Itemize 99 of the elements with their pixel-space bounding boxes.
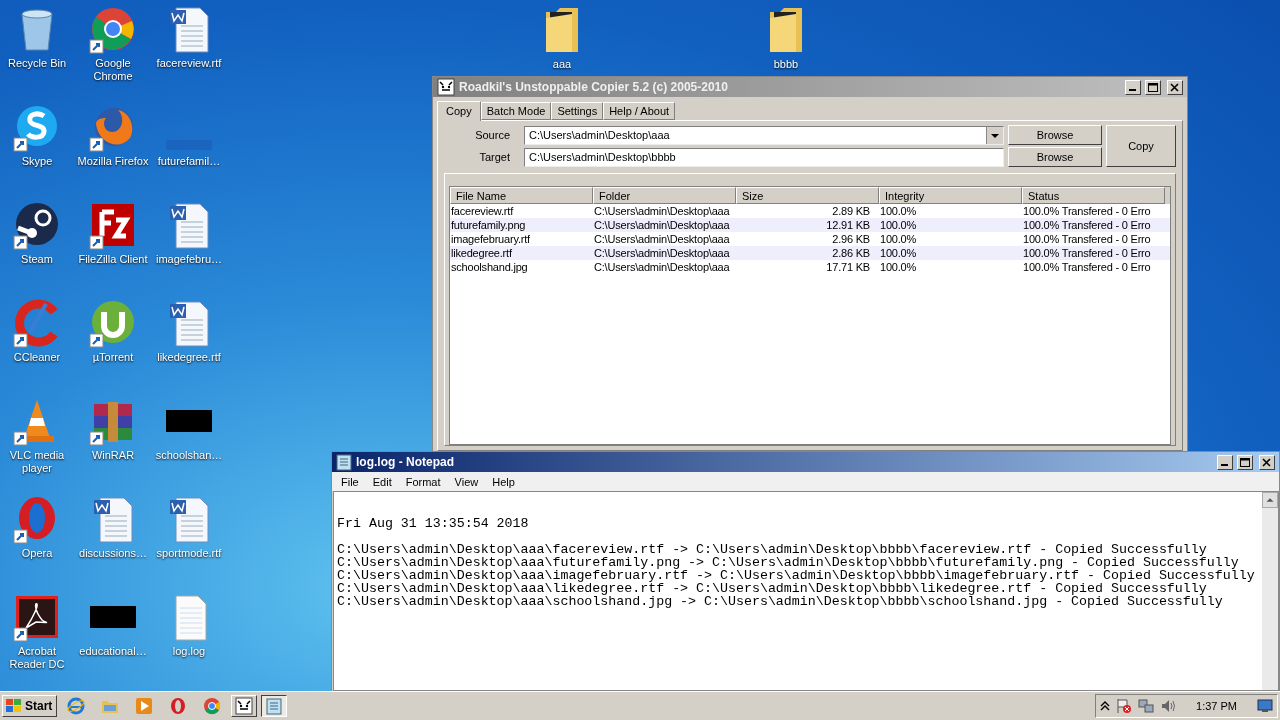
- menu-item[interactable]: Format: [398, 475, 448, 488]
- table-cell-text: 100.0% Transfered - 0 Erro: [1022, 233, 1152, 245]
- copy-button[interactable]: Copy: [1106, 125, 1176, 167]
- table-cell-text: futurefamily.png: [450, 219, 527, 231]
- icon-label[interactable]: imagefebru…: [155, 253, 222, 266]
- table-cell-text: 100.0% Transfered - 0 Erro: [1022, 205, 1152, 217]
- source-field[interactable]: C:\Users\admin\Desktop\aaa: [524, 125, 1004, 145]
- icon-label[interactable]: futurefamil…: [157, 155, 221, 168]
- tab[interactable]: Copy: [437, 101, 481, 121]
- speaker-icon[interactable]: [1160, 698, 1177, 714]
- field-label: Target: [478, 151, 511, 163]
- table-cell-text: imagefebruary.rtf: [450, 233, 531, 245]
- table-cell-text: 100.0% Transfered - 0 Erro: [1022, 247, 1152, 259]
- taskbar-button[interactable]: [261, 695, 288, 717]
- icon-label[interactable]: Acrobat Reader DC: [0, 645, 74, 671]
- show-desktop-icon[interactable]: [1257, 699, 1273, 713]
- table-cell-text: 100.0% Transfered - 0 Erro: [1022, 261, 1152, 273]
- cat-face-icon: [437, 78, 455, 96]
- table-cell-text: C:\Users\admin\Desktop\aaa: [593, 261, 731, 273]
- minimize-icon[interactable]: [1125, 79, 1141, 95]
- table-cell-text: 100.0%: [879, 219, 918, 231]
- table-cell-text: 100.0%: [879, 205, 918, 217]
- table-cell-text: 100.0%: [879, 233, 918, 245]
- window-title: Roadkil's Unstoppable Copier 5.2 (c) 2005-2010: [459, 80, 729, 94]
- table-cell-text: 2.86 KB: [831, 247, 871, 259]
- icon-label[interactable]: aaa: [552, 58, 572, 71]
- table-cell-text: 17.71 KB: [825, 261, 871, 273]
- field-label: Source: [474, 129, 511, 141]
- maximize-icon[interactable]: [1237, 454, 1253, 470]
- folder-icon[interactable]: [768, 6, 804, 54]
- column-header[interactable]: Integrity: [879, 187, 1022, 204]
- table-cell-text: schoolshand.jpg: [450, 261, 529, 273]
- icon-label[interactable]: Steam: [21, 253, 53, 266]
- icon-label[interactable]: facereview.rtf: [156, 57, 222, 70]
- clock[interactable]: 1:37 PM: [1182, 700, 1251, 712]
- menu-item[interactable]: View: [447, 475, 486, 488]
- column-header[interactable]: File Name: [450, 187, 593, 204]
- maximize-icon[interactable]: [1145, 79, 1161, 95]
- text-line: Fri Aug 31 13:35:54 2018: [337, 517, 530, 530]
- table-cell-text: C:\Users\admin\Desktop\aaa: [593, 233, 731, 245]
- tab[interactable]: Settings: [551, 102, 604, 120]
- minimize-icon[interactable]: [1217, 454, 1233, 470]
- column-header[interactable]: Size: [736, 187, 879, 204]
- network-icon[interactable]: [1138, 698, 1155, 714]
- close-icon[interactable]: [1259, 454, 1275, 470]
- start-button[interactable]: Start: [2, 695, 58, 717]
- icon-label[interactable]: Skype: [21, 155, 53, 168]
- table-cell-text: 100.0%: [879, 261, 918, 273]
- close-icon[interactable]: [1167, 79, 1183, 95]
- text-line: C:\Users\admin\Desktop\aaa\schoolshand.jpg -> C:\Users\admin\Desktop\bbbb\schoolshand.jpg - Copied Successfully: [337, 595, 1224, 608]
- icon-label[interactable]: Recycle Bin: [7, 57, 67, 70]
- icon-label[interactable]: Mozilla Firefox: [77, 155, 149, 168]
- menu-item[interactable]: Edit: [365, 475, 399, 488]
- table-cell-text: 100.0% Transfered - 0 Erro: [1022, 219, 1152, 231]
- browser-icon[interactable]: [67, 697, 86, 715]
- text-line: C:\Users\admin\Desktop\aaa\facereview.rtf -> C:\Users\admin\Desktop\bbbb\facereview.rtf - Copied Successfully: [337, 543, 1207, 556]
- text-line: C:\Users\admin\Desktop\aaa\imagefebruary.rtf -> C:\Users\admin\Desktop\bbbb\imagefebruary.rtf - Copied Successfully: [337, 569, 1256, 582]
- icon-label[interactable]: Google Chrome: [76, 57, 150, 83]
- target-field[interactable]: C:\Users\admin\Desktop\bbbb: [524, 147, 1004, 167]
- column-header[interactable]: Status: [1022, 187, 1165, 204]
- icon-label[interactable]: FileZilla Client: [78, 253, 148, 266]
- icon-label[interactable]: Opera: [21, 547, 53, 560]
- notepad-icon: [266, 697, 283, 715]
- scroll-up-icon[interactable]: [1262, 492, 1278, 508]
- text-line: C:\Users\admin\Desktop\aaa\likedegree.rtf -> C:\Users\admin\Desktop\bbbb\likedegree.rtf - Copied Successfully: [337, 582, 1207, 595]
- table-cell-text: C:\Users\admin\Desktop\aaa: [593, 219, 731, 231]
- menu-item[interactable]: Help: [485, 475, 522, 488]
- icon-label[interactable]: WinRAR: [91, 449, 135, 462]
- icon-label[interactable]: VLC media player: [0, 449, 74, 475]
- table-cell-text: 100.0%: [879, 247, 918, 259]
- text-line: C:\Users\admin\Desktop\aaa\futurefamily.png -> C:\Users\admin\Desktop\bbbb\futurefamily.png - Copied Successfully: [337, 556, 1239, 569]
- window-title: log.log - Notepad: [356, 455, 455, 469]
- notepad-icon: [336, 453, 352, 471]
- opera-icon[interactable]: [169, 697, 188, 715]
- tab[interactable]: Help / About: [603, 102, 676, 120]
- windows-logo-icon: [5, 698, 23, 714]
- chevron-up-icon[interactable]: [1100, 700, 1111, 712]
- browse-button[interactable]: Browse: [1008, 147, 1102, 167]
- table-cell-text: likedegree.rtf: [450, 247, 513, 259]
- table-cell-text: facereview.rtf: [450, 205, 515, 217]
- icon-label[interactable]: µTorrent: [92, 351, 134, 364]
- flag-icon[interactable]: [1116, 698, 1133, 714]
- play-icon[interactable]: [135, 697, 154, 715]
- dropdown-icon[interactable]: [986, 126, 1003, 144]
- tab[interactable]: Batch Mode: [480, 102, 552, 120]
- browser-icon[interactable]: [203, 697, 222, 715]
- icon-label[interactable]: likedegree.rtf: [157, 351, 221, 364]
- table-cell-text: C:\Users\admin\Desktop\aaa: [593, 247, 731, 259]
- column-header[interactable]: Folder: [593, 187, 736, 204]
- icon-label[interactable]: bbbb: [773, 58, 799, 71]
- cat-face-icon: [235, 697, 254, 715]
- browse-button[interactable]: Browse: [1008, 125, 1102, 145]
- folder-icon[interactable]: [544, 6, 580, 54]
- icon-label[interactable]: CCleaner: [13, 351, 61, 364]
- menu-item[interactable]: File: [334, 475, 366, 488]
- table-cell-text: 2.96 KB: [831, 233, 871, 245]
- table-cell-text: C:\Users\admin\Desktop\aaa: [593, 205, 731, 217]
- table-cell-text: 2.89 KB: [831, 205, 871, 217]
- table-cell-text: 12.91 KB: [825, 219, 871, 231]
